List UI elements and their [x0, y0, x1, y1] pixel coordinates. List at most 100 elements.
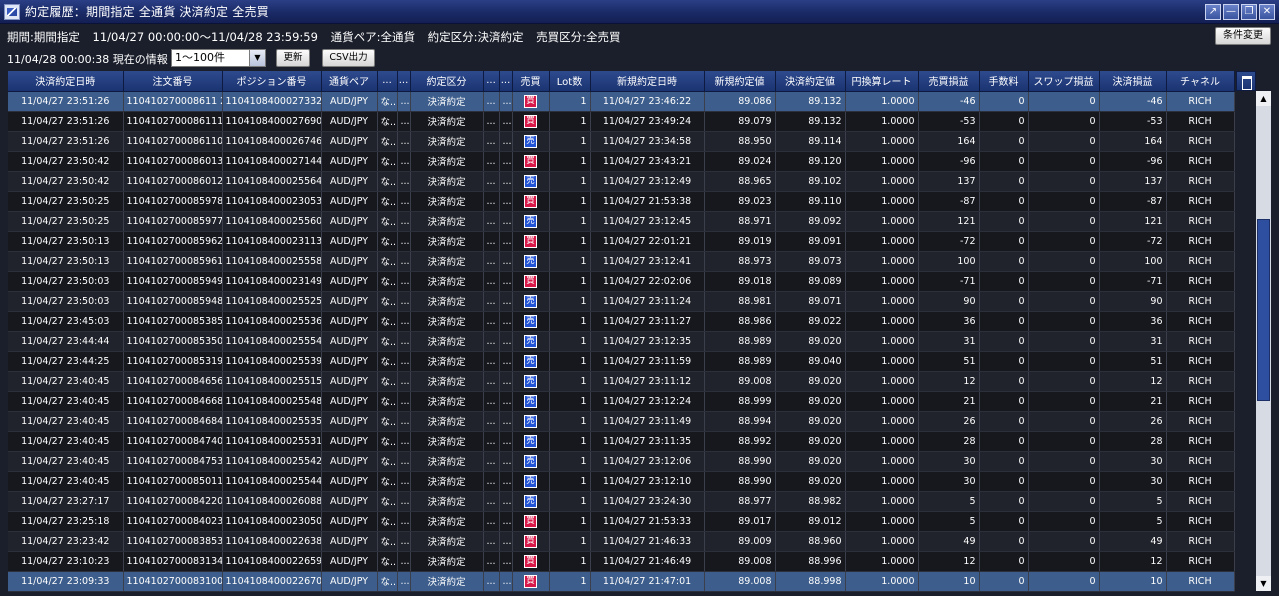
table-row[interactable]: 11/04/27 23:25:18 1104102700084023 1104108… [8, 511, 1235, 532]
table-row[interactable]: 11/04/27 23:50:13 1104102700085961 1104108… [8, 251, 1235, 272]
cell-open-time: 11/04/27 23:49:24 [590, 111, 705, 132]
table-row[interactable]: 11/04/27 23:40:45 1104102700084740 1104108… [8, 431, 1235, 452]
scroll-thumb[interactable] [1257, 219, 1270, 401]
cell-close-price: 89.020 [775, 331, 846, 352]
table-row[interactable]: 11/04/27 23:23:42 1104102700083853 1104108… [8, 531, 1235, 552]
table-row[interactable]: 11/04/27 23:40:45 1104102700085011 1104108… [8, 471, 1235, 492]
table-row[interactable]: 11/04/27 23:40:45 1104102700084753 1104108… [8, 451, 1235, 472]
dropdown-arrow-icon[interactable]: ▼ [249, 50, 265, 66]
table-row[interactable]: 11/04/27 23:44:44 1104102700085350 1104108… [8, 331, 1235, 352]
table-row[interactable]: 11/04/27 23:50:03 1104102700085949 1104108… [8, 271, 1235, 292]
cell-col-5: な... [377, 251, 398, 272]
page-range-select[interactable]: 1〜100件 ▼ [171, 49, 266, 67]
scroll-up-arrow-icon[interactable]: ▲ [1256, 91, 1271, 106]
sell-badge: 売 [524, 334, 537, 348]
cell-col-5: な... [377, 111, 398, 132]
cell-commission: 0 [979, 451, 1029, 472]
cell-open-time: 11/04/27 23:12:10 [590, 471, 705, 492]
cell-side: 売 [512, 451, 550, 472]
change-conditions-button[interactable]: 条件変更 [1215, 27, 1271, 45]
column-header[interactable]: 新規約定日時 [590, 71, 705, 92]
cell-order-no: 1104102700083134 [123, 551, 223, 572]
cell-open-price: 88.971 [704, 211, 776, 232]
cell-trade-pl: -72 [918, 231, 980, 252]
scroll-down-arrow-icon[interactable]: ▼ [1256, 576, 1271, 591]
table-row[interactable]: 11/04/27 23:50:13 1104102700085962 1104108… [8, 231, 1235, 252]
column-header[interactable]: 約定区分 [410, 71, 484, 92]
table-row[interactable]: 11/04/27 23:50:25 1104102700085978 1104108… [8, 191, 1235, 212]
table-row[interactable]: 11/04/27 23:50:42 1104102700086013 1104108… [8, 151, 1235, 172]
cell-currency-pair: AUD/JPY [321, 351, 378, 372]
table-row[interactable]: 11/04/27 23:44:25 1104102700085319 1104108… [8, 351, 1235, 372]
cell-side: 売 [512, 331, 550, 352]
cell-settle-pl: 12 [1099, 371, 1167, 392]
column-header[interactable]: チャネル [1166, 71, 1235, 92]
column-header[interactable]: スワップ損益 [1028, 71, 1100, 92]
maximize-button[interactable]: ❐ [1241, 4, 1257, 20]
undock-button[interactable]: ↗ [1205, 4, 1221, 20]
cell-swap-pl: 0 [1028, 431, 1100, 452]
column-header[interactable]: ... [499, 71, 513, 92]
minimize-button[interactable]: — [1223, 4, 1239, 20]
cell-side: 売 [512, 311, 550, 332]
column-header[interactable]: 円換算レート [845, 71, 919, 92]
cell-settle-pl: 90 [1099, 291, 1167, 312]
cell-col-9: ... [499, 511, 513, 532]
column-header[interactable]: 決済約定値 [775, 71, 846, 92]
cell-swap-pl: 0 [1028, 331, 1100, 352]
vertical-scrollbar[interactable]: ▲ ▼ [1256, 91, 1271, 591]
cell-col-8: ... [483, 91, 500, 112]
column-header[interactable]: 手数料 [979, 71, 1029, 92]
column-header[interactable]: Lot数 [549, 71, 591, 92]
close-button[interactable]: ✕ [1259, 4, 1275, 20]
table-row[interactable]: 11/04/27 23:51:26 110410270008611 2 110410… [8, 91, 1235, 112]
cell-currency-pair: AUD/JPY [321, 491, 378, 512]
cell-trade-type: 決済約定 [410, 431, 484, 452]
cell-channel: RICH [1166, 451, 1235, 472]
column-settings-icon[interactable] [1236, 71, 1256, 91]
update-button[interactable]: 更新 [276, 49, 310, 67]
cell-close-price: 89.073 [775, 251, 846, 272]
cell-trade-type: 決済約定 [410, 271, 484, 292]
cell-position-no: 1104108400025544 [222, 471, 322, 492]
cell-col-8: ... [483, 331, 500, 352]
csv-export-button[interactable]: CSV出力 [322, 49, 375, 67]
column-header[interactable]: 売買損益 [918, 71, 980, 92]
current-info-label: 11/04/28 00:00:38 現在の情報 [7, 53, 168, 66]
cell-trade-pl: 10 [918, 571, 980, 592]
cell-commission: 0 [979, 471, 1029, 492]
column-header[interactable]: ... [397, 71, 411, 92]
table-row[interactable]: 11/04/27 23:27:17 1104102700084220 1104108… [8, 491, 1235, 512]
table-row[interactable]: 11/04/27 23:51:26 1104102700086111 1104108… [8, 111, 1235, 132]
column-header[interactable]: 通貨ペア [321, 71, 378, 92]
cell-lots: 1 [549, 491, 591, 512]
column-header[interactable]: ポジション番号 [222, 71, 322, 92]
table-row[interactable]: 11/04/27 23:40:45 1104102700084684 1104108… [8, 411, 1235, 432]
table-row[interactable]: 11/04/27 23:50:42 1104102700086012 1104108… [8, 171, 1235, 192]
table-row[interactable]: 11/04/27 23:09:33 1104102700083100 1104108… [8, 571, 1235, 592]
table-row[interactable]: 11/04/27 23:40:45 1104102700084668 1104108… [8, 391, 1235, 412]
column-header[interactable]: ... [483, 71, 500, 92]
table-row[interactable]: 11/04/27 23:10:23 1104102700083134 1104108… [8, 551, 1235, 572]
table-row[interactable]: 11/04/27 23:40:45 1104102700084656 1104108… [8, 371, 1235, 392]
table-row[interactable]: 11/04/27 23:50:25 1104102700085977 1104108… [8, 211, 1235, 232]
cell-trade-type: 決済約定 [410, 331, 484, 352]
cell-currency-pair: AUD/JPY [321, 311, 378, 332]
column-header[interactable]: 売買 [512, 71, 550, 92]
cell-jpy-rate: 1.0000 [845, 231, 919, 252]
column-header[interactable]: 注文番号 [123, 71, 223, 92]
column-header[interactable]: ... [377, 71, 398, 92]
cell-commission: 0 [979, 251, 1029, 272]
cell-order-no: 1104102700086013 [123, 151, 223, 172]
cell-channel: RICH [1166, 151, 1235, 172]
cell-col-8: ... [483, 191, 500, 212]
column-header[interactable]: 新規約定値 [704, 71, 776, 92]
table-row[interactable]: 11/04/27 23:51:26 1104102700086110 1104108… [8, 131, 1235, 152]
column-header[interactable]: 決済損益 [1099, 71, 1167, 92]
column-header[interactable]: 決済約定日時 [8, 71, 124, 92]
cell-side: 売 [512, 251, 550, 272]
table-row[interactable]: 11/04/27 23:50:03 1104102700085948 1104108… [8, 291, 1235, 312]
cell-col-9: ... [499, 371, 513, 392]
cell-channel: RICH [1166, 231, 1235, 252]
table-row[interactable]: 11/04/27 23:45:03 1104102700085385 1104108… [8, 311, 1235, 332]
